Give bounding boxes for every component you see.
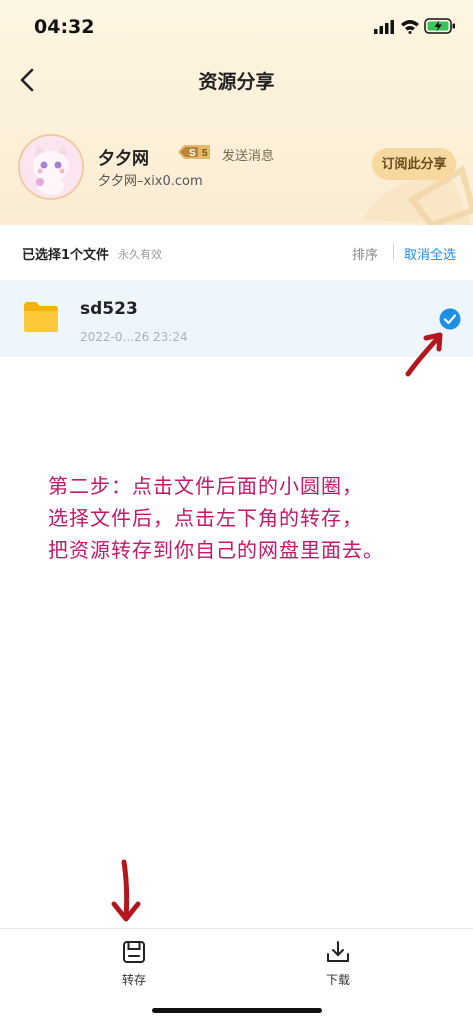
level-number: 5 — [202, 148, 208, 159]
file-date: 2022-0...26 23:24 — [80, 330, 188, 344]
level-prefix: S — [189, 148, 196, 159]
user-site: 夕夕网–xix0.com — [98, 174, 203, 189]
selected-check-icon[interactable] — [439, 308, 461, 330]
cat-mascot-icon — [20, 136, 82, 198]
bottom-bar-divider — [0, 928, 473, 929]
annotation-arrow-up — [405, 332, 443, 377]
annotation-arrow-down — [111, 859, 141, 922]
save-to-drive-button[interactable]: 转存 — [96, 934, 172, 990]
signal-icon — [374, 20, 394, 34]
battery-charging-icon — [424, 18, 455, 34]
sort-button[interactable]: 排序 — [352, 244, 378, 263]
file-name: sd523 — [80, 299, 138, 319]
save-icon — [123, 940, 145, 963]
send-message-link[interactable]: 发送消息 — [222, 145, 274, 164]
cancel-select-all-button[interactable]: 取消全选 — [404, 244, 456, 263]
divider — [393, 244, 394, 260]
home-indicator — [152, 1008, 322, 1013]
selected-count: 已选择1个文件 — [22, 248, 110, 263]
user-name: 夕夕网 — [98, 149, 149, 169]
download-button[interactable]: 下载 — [300, 934, 376, 990]
download-label: 下载 — [325, 972, 350, 987]
avatar[interactable] — [18, 134, 84, 200]
save-label: 转存 — [121, 972, 146, 987]
download-icon — [327, 940, 349, 962]
level-badge: S 5 — [178, 145, 210, 159]
subscribe-button[interactable]: 订阅此分享 — [372, 148, 456, 180]
status-time: 04:32 — [34, 16, 95, 38]
page-title: 资源分享 — [198, 71, 275, 93]
folder-icon — [24, 302, 58, 332]
annotation-line-1: 第二步：点击文件后面的小圆圈， — [48, 474, 363, 498]
wifi-icon — [401, 20, 419, 34]
annotation-line-3: 把资源转存到你自己的网盘里面去。 — [48, 538, 384, 562]
annotation-line-2: 选择文件后，点击左下角的转存， — [48, 506, 363, 530]
validity-label: 永久有效 — [118, 248, 162, 261]
